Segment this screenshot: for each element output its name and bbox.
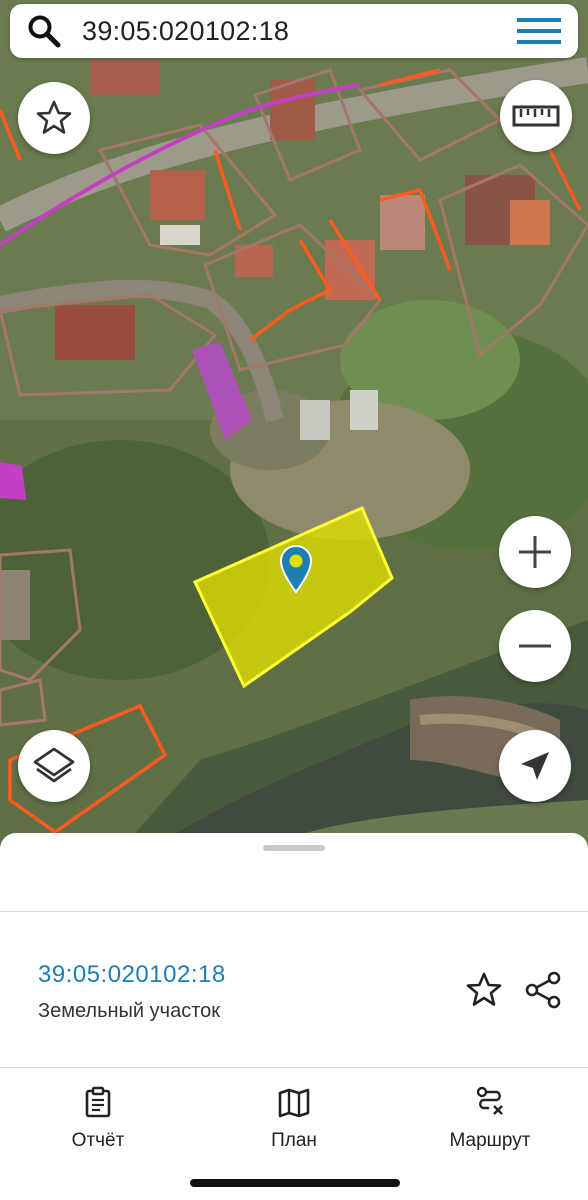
home-indicator[interactable] bbox=[190, 1179, 400, 1187]
star-icon bbox=[466, 972, 502, 1006]
favorite-button[interactable] bbox=[462, 968, 506, 1012]
share-icon bbox=[525, 971, 561, 1009]
map-icon bbox=[278, 1088, 310, 1118]
map-view[interactable]: 39:05:020102:18 bbox=[0, 0, 588, 850]
search-icon[interactable] bbox=[24, 11, 64, 51]
share-button[interactable] bbox=[521, 968, 565, 1012]
plus-icon bbox=[519, 536, 551, 568]
ruler-icon bbox=[512, 105, 560, 127]
navigation-arrow-icon bbox=[521, 752, 549, 780]
search-input[interactable]: 39:05:020102:18 bbox=[82, 16, 512, 47]
object-type-label: Земельный участок bbox=[38, 1000, 221, 1022]
layers-icon bbox=[33, 747, 75, 783]
location-pin-icon bbox=[279, 544, 313, 594]
my-location-button[interactable] bbox=[499, 730, 571, 802]
ruler-button[interactable] bbox=[500, 80, 572, 152]
star-icon bbox=[36, 100, 72, 134]
minus-icon bbox=[519, 644, 551, 648]
nav-report[interactable]: Отчёт bbox=[18, 1072, 178, 1152]
nav-plan[interactable]: План bbox=[214, 1072, 374, 1152]
zoom-in-button[interactable] bbox=[499, 516, 571, 588]
zoom-out-button[interactable] bbox=[499, 610, 571, 682]
nav-report-label: Отчёт bbox=[71, 1130, 125, 1151]
route-icon bbox=[476, 1086, 503, 1115]
divider bbox=[0, 1067, 588, 1068]
clipboard-icon bbox=[85, 1086, 111, 1118]
nav-plan-label: План bbox=[271, 1130, 317, 1151]
nav-route-label: Маршрут bbox=[449, 1130, 531, 1151]
search-bar[interactable]: 39:05:020102:18 bbox=[10, 4, 578, 58]
layers-button[interactable] bbox=[18, 730, 90, 802]
divider bbox=[0, 911, 588, 912]
menu-icon[interactable] bbox=[512, 11, 566, 51]
sheet-drag-handle[interactable] bbox=[263, 845, 325, 851]
favorite-map-button[interactable] bbox=[18, 82, 90, 154]
nav-route[interactable]: Маршрут bbox=[410, 1072, 570, 1152]
cadastral-number[interactable]: 39:05:020102:18 bbox=[38, 961, 226, 989]
bottom-navigation: Отчёт План Маршрут bbox=[0, 1072, 588, 1162]
